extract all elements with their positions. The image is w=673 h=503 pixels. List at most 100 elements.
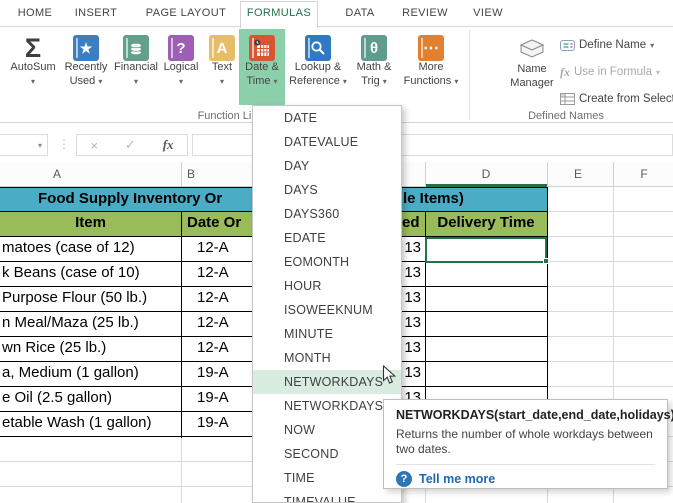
lookup-reference-label: Lookup & [294,61,342,73]
more-functions-ellipsis-icon: ⋯ [418,35,444,61]
menu-item-eomonth[interactable]: EOMONTH [253,250,401,274]
tab-formulas[interactable]: FORMULAS [240,0,318,27]
menu-item-isoweeknum[interactable]: ISOWEEKNUM [253,298,401,322]
function-tooltip: NETWORKDAYS(start_date,end_date,holidays… [383,399,673,489]
help-question-icon: ? [396,471,412,487]
menu-item-month[interactable]: MONTH [253,346,401,370]
menu-item-days[interactable]: DAYS [253,178,401,202]
menu-item-minute[interactable]: MINUTE [253,322,401,346]
cell-ordered: 12-A [197,239,229,256]
menu-item-days360[interactable]: DAYS360 [253,202,401,226]
cell-ordered: 19-A [197,389,229,406]
cell-item: wn Rice (25 lb.) [2,339,107,356]
define-name-button[interactable]: Define Name ▾ [560,34,654,56]
date-time-button[interactable]: Date & Time ▾ [239,29,285,105]
tab-insert[interactable]: INSERT [70,0,122,27]
dropdown-caret-icon: ▾ [273,76,278,86]
cell-ordered: 12-A [197,339,229,356]
autosum-sigma-icon: Σ [24,32,42,63]
use-in-formula-button[interactable]: fx Use in Formula ▾ [560,61,660,83]
menu-item-datevalue[interactable]: DATEVALUE [253,130,401,154]
header-item: Item [75,214,106,231]
tooltip-body: Returns the number of whole workdays bet… [396,427,653,456]
column-header-a[interactable]: A [42,162,72,187]
cell-ordered: 12-A [197,289,229,306]
colstrip-line [547,162,548,187]
tab-home[interactable]: HOME [10,0,60,27]
colstrip-line [425,162,426,187]
enter-icon[interactable]: ✓ [125,137,136,153]
recently-used-label2: Used [69,74,96,87]
menu-item-second[interactable]: SECOND [253,442,401,466]
tab-view[interactable]: VIEW [466,0,510,27]
use-in-formula-label: Use in Formula [574,66,652,78]
menu-item-now[interactable]: NOW [253,418,401,442]
cancel-icon[interactable]: × [90,138,98,153]
column-header-e[interactable]: E [563,162,593,187]
tab-review[interactable]: REVIEW [398,0,452,27]
dropdown-caret-icon: ▾ [454,76,459,86]
math-trig-button[interactable]: θ Math & Trig ▾ [350,29,398,105]
dropdown-caret-icon: ▾ [650,40,655,50]
menu-item-day[interactable]: DAY [253,154,401,178]
tooltip-divider [396,464,655,465]
create-from-selection-button[interactable]: Create from Selection [560,88,673,110]
table-title-left: Food Supply Inventory Or [38,190,223,207]
lookup-magnifier-icon [305,35,331,61]
insert-function-icon[interactable]: fx [163,137,174,153]
mouse-cursor-icon [382,364,397,391]
cell-item: e Oil (2.5 gallon) [2,389,113,406]
menu-item-networkdays[interactable]: NETWORKDAYS [253,370,401,394]
menu-item-hour[interactable]: HOUR [253,274,401,298]
menu-item-timevalue[interactable]: TIMEVALUE [253,490,401,502]
menu-item-edate[interactable]: EDATE [253,226,401,250]
create-from-selection-icon [560,93,575,105]
date-time-dropdown-menu: DATE DATEVALUE DAY DAYS DAYS360 EDATE EO… [252,105,402,503]
more-functions-label2: Functions [403,74,452,87]
excel-window: Food Supply Inventory Or le Items) Item … [0,0,673,503]
define-name-label: Define Name [579,39,647,51]
date-time-calendar-icon [249,35,275,61]
menu-item-time[interactable]: TIME [253,466,401,490]
financial-button[interactable]: Financial ▾ [112,29,160,105]
tell-me-more-link[interactable]: Tell me more [419,472,495,486]
header-date-ordered: Date Or [187,214,242,231]
lookup-reference-button[interactable]: Lookup & Reference ▾ [287,29,349,105]
header-date-expected: ed [402,214,420,231]
logical-question-icon: ? [168,35,194,61]
autosum-button[interactable]: Σ AutoSum ▾ [6,29,60,105]
fill-handle[interactable] [543,258,549,264]
header-delivery-time: Delivery Time [437,214,535,231]
table-border-a-b [181,212,182,438]
logical-button[interactable]: ? Logical ▾ [159,29,203,105]
menu-item-date[interactable]: DATE [253,106,401,130]
dropdown-caret-icon: ▾ [98,76,103,86]
name-manager-label2: Manager [510,76,554,89]
group-separator [469,30,470,120]
date-time-label2: Time [246,74,271,87]
dropdown-caret-icon: ▾ [655,67,660,77]
column-header-f[interactable]: F [629,162,659,187]
tab-data[interactable]: DATA [338,0,382,27]
name-box[interactable]: ▾ [0,134,48,156]
cell-ordered: 19-A [197,414,229,431]
more-functions-button[interactable]: ⋯ More Functions ▾ [399,29,463,105]
text-a-icon: A [209,35,235,61]
selected-cell[interactable] [425,237,547,263]
colstrip-line [181,162,182,187]
cell-item: Purpose Flour (50 lb.) [2,289,148,306]
recently-used-label: Recently [64,61,108,73]
table-title-right: le Items) [403,190,464,207]
math-theta-icon: θ [361,35,387,61]
defined-names-group-label: Defined Names [528,110,604,122]
tab-page-layout[interactable]: PAGE LAYOUT [142,0,230,27]
use-in-formula-fx-icon: fx [560,64,570,79]
name-manager-icon [515,35,549,63]
cell-item: k Beans (case of 10) [2,264,140,281]
text-button[interactable]: A Text ▾ [202,29,242,105]
name-manager-label: Name [517,63,547,75]
name-manager-button[interactable]: Name Manager [503,29,561,105]
menu-item-networkdays-intl[interactable]: NETWORKDAYS.IN [253,394,401,418]
recently-used-button[interactable]: ★ Recently Used ▾ [60,29,112,105]
more-functions-label: More [418,61,444,73]
